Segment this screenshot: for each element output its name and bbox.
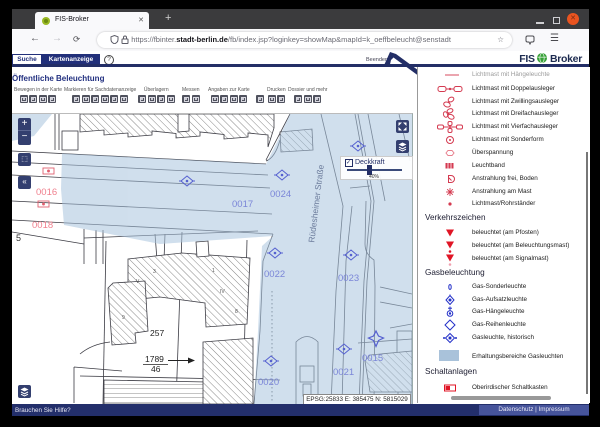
svg-text:0022: 0022 xyxy=(264,269,285,280)
svg-text:8: 8 xyxy=(235,309,238,315)
svg-text:0024: 0024 xyxy=(270,189,291,200)
svg-text:0016: 0016 xyxy=(36,187,57,198)
svg-text:0020: 0020 xyxy=(258,377,279,388)
svg-text:0023: 0023 xyxy=(338,273,359,284)
svg-text:1: 1 xyxy=(212,268,215,274)
svg-text:0018: 0018 xyxy=(32,220,53,231)
svg-text:46: 46 xyxy=(151,364,161,374)
svg-text:1789: 1789 xyxy=(145,354,164,364)
svg-text:0021: 0021 xyxy=(333,367,354,378)
svg-text:5: 5 xyxy=(16,233,21,243)
svg-text:9: 9 xyxy=(122,315,125,321)
svg-text:0015: 0015 xyxy=(362,353,383,364)
svg-text:3: 3 xyxy=(153,269,156,275)
svg-text:0017: 0017 xyxy=(232,199,253,210)
svg-text:IV: IV xyxy=(220,289,225,295)
svg-text:257: 257 xyxy=(150,328,164,338)
